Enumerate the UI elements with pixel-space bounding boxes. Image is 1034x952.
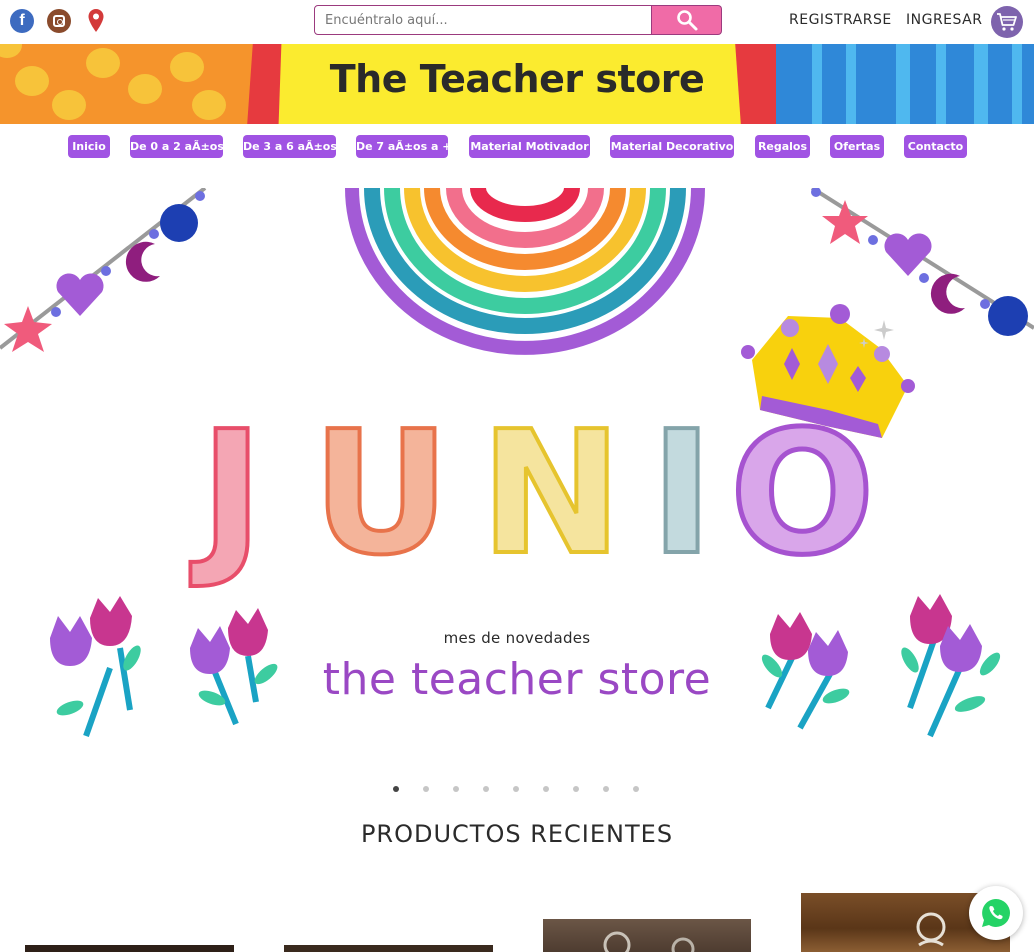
carousel-dot[interactable] <box>453 786 459 792</box>
banner-dots-panel <box>0 44 258 124</box>
register-link[interactable]: REGISTRARSE <box>789 12 892 28</box>
search-icon <box>676 10 697 31</box>
carousel-dot[interactable] <box>483 786 489 792</box>
carousel-dot[interactable] <box>633 786 639 792</box>
hero-subtitle: mes de novedades <box>443 629 591 647</box>
letter-o: O <box>730 395 875 593</box>
nav-item-ofertas[interactable]: Ofertas <box>830 135 884 158</box>
carousel-dot[interactable] <box>513 786 519 792</box>
letter-j: J <box>190 395 263 593</box>
hero-brand-text: the teacher store <box>322 654 712 705</box>
nav-item-3-6[interactable]: De 3 a 6 aÃ±os <box>243 135 337 158</box>
letter-n: N <box>480 395 622 593</box>
letter-i: I <box>650 395 713 593</box>
whatsapp-icon <box>982 899 1010 927</box>
instagram-icon[interactable] <box>47 9 71 33</box>
carousel-dot[interactable] <box>423 786 429 792</box>
letter-u: U <box>312 395 450 593</box>
nav-item-7-plus[interactable]: De 7 aÃ±os a + <box>356 135 451 158</box>
nav-item-regalos[interactable]: Regalos <box>755 135 810 158</box>
header-banner: The Teacher store <box>0 44 1034 124</box>
store-logo-title[interactable]: The Teacher store <box>282 57 752 101</box>
login-link[interactable]: INGRESAR <box>906 12 982 28</box>
top-bar: f REGISTRARSE INGRESAR <box>0 0 1034 44</box>
search-input[interactable] <box>314 5 652 35</box>
nav-item-0-2[interactable]: De 0 a 2 aÃ±os <box>130 135 224 158</box>
nav-item-material-motivador[interactable]: Material Motivador <box>469 135 590 158</box>
hero-slider[interactable]: J U N I O mes de novedades the teacher s… <box>0 188 1034 758</box>
carousel-dot[interactable] <box>603 786 609 792</box>
nav-item-inicio[interactable]: Inicio <box>68 135 110 158</box>
rainbow-illustration <box>345 188 705 355</box>
carousel-dot[interactable] <box>393 786 399 792</box>
carousel-dot[interactable] <box>543 786 549 792</box>
location-pin-icon[interactable] <box>87 8 105 34</box>
main-nav: Inicio De 0 a 2 aÃ±os De 3 a 6 aÃ±os De … <box>0 135 1034 159</box>
recent-products-title: PRODUCTOS RECIENTES <box>360 820 674 848</box>
whatsapp-button[interactable] <box>969 886 1023 940</box>
left-garland <box>0 188 207 352</box>
cart-button[interactable] <box>991 6 1023 38</box>
junio-letters: J U N I O <box>188 393 877 596</box>
carousel-dot[interactable] <box>573 786 579 792</box>
facebook-icon[interactable]: f <box>10 9 34 33</box>
banner-stripes-panel <box>776 44 1034 124</box>
product-image[interactable] <box>284 945 493 952</box>
nav-item-material-decorativo[interactable]: Material Decorativo <box>610 135 734 158</box>
nav-item-contacto[interactable]: Contacto <box>904 135 967 158</box>
search-button[interactable] <box>652 5 722 35</box>
product-image[interactable] <box>25 945 234 952</box>
cart-icon <box>997 13 1017 31</box>
product-image[interactable] <box>543 919 751 952</box>
